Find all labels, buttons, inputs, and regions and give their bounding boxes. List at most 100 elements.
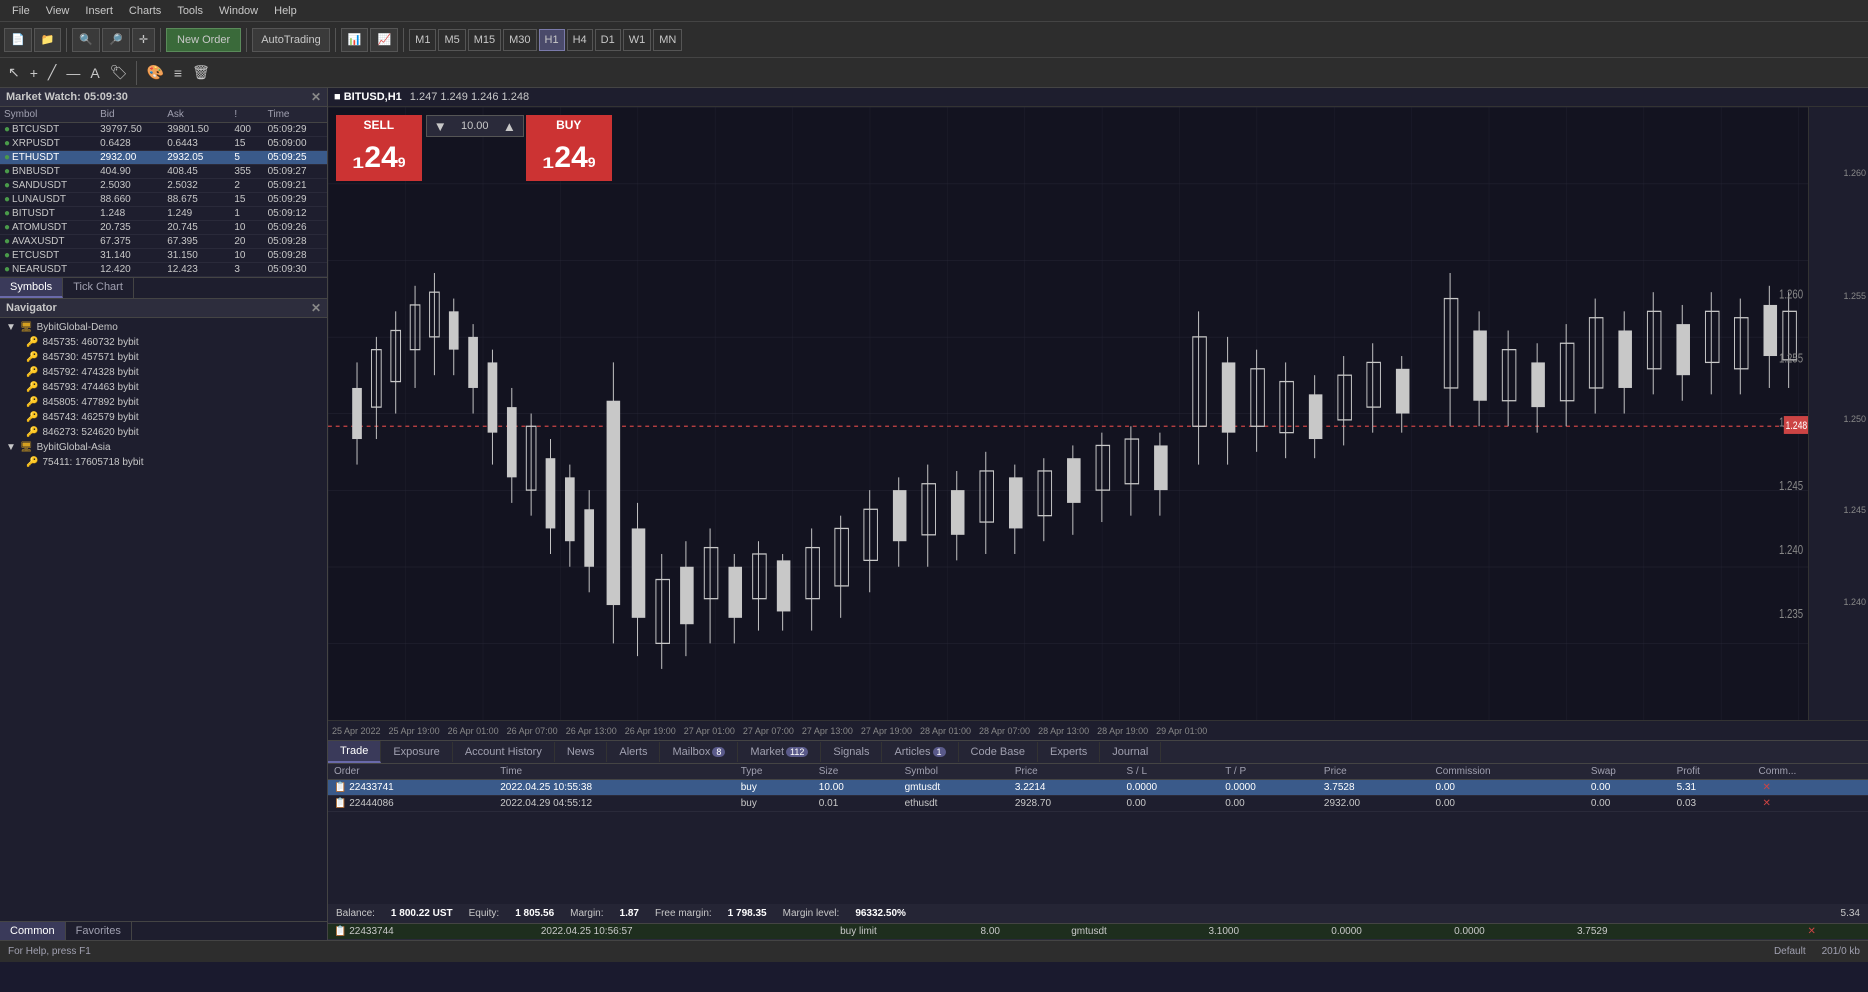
menu-window[interactable]: Window [211,5,266,17]
bottom-tab-trade[interactable]: Trade [328,741,381,763]
order-row[interactable]: 📋 22444086 2022.04.29 04:55:12 buy 0.01 … [328,796,1868,812]
orders-column-header: Time [494,764,734,780]
open-button[interactable]: 📁 [34,28,62,52]
orders-column-header: Swap [1585,764,1671,780]
nav-item[interactable]: ▼🖥BybitGlobal-Demo [2,320,325,335]
timeframe-d1[interactable]: D1 [595,29,621,51]
market-row[interactable]: ●BTCUSDT 39797.50 39801.50 400 05:09:29 [0,123,327,137]
nav-item[interactable]: ▼🖥BybitGlobal-Asia [2,440,325,455]
nav-tab-favorites[interactable]: Favorites [66,922,132,940]
market-row[interactable]: ●LUNAUSDT 88.660 88.675 15 05:09:29 [0,193,327,207]
bottom-tab-experts[interactable]: Experts [1038,742,1100,762]
menu-tools[interactable]: Tools [169,5,211,17]
text-icon[interactable]: A [86,63,103,83]
market-row[interactable]: ●ETHUSDT 2932.00 2932.05 5 05:09:25 [0,151,327,165]
menu-insert[interactable]: Insert [77,5,121,17]
pending-order-id: 📋 22433744 [328,924,535,940]
order-close[interactable]: ✕ [1753,796,1868,812]
timeframe-mn[interactable]: MN [653,29,682,51]
market-row[interactable]: ●BNBUSDT 404.90 408.45 355 05:09:27 [0,165,327,179]
market-row[interactable]: ●AVAXUSDT 67.375 67.395 20 05:09:28 [0,235,327,249]
bottom-tab-articles[interactable]: Articles1 [882,742,958,762]
market-tab-symbols[interactable]: Symbols [0,278,63,298]
menu-view[interactable]: View [38,5,78,17]
pending-order-row[interactable]: 📋 22433744 2022.04.25 10:56:57 buy limit… [328,924,1868,940]
autotrading-button[interactable]: AutoTrading [252,28,330,52]
order-close[interactable]: ✕ [1753,780,1868,796]
market-time: 05:09:29 [264,193,327,207]
market-spread: 15 [230,193,263,207]
timeframe-h4[interactable]: H4 [567,29,593,51]
buy-button[interactable]: BUY [526,115,612,135]
time-label: 28 Apr 01:00 [916,726,975,736]
new-file-button[interactable]: 📄 [4,28,32,52]
color-picker-icon[interactable]: 🎨 [142,62,167,83]
menu-charts[interactable]: Charts [121,5,169,17]
nav-item[interactable]: 🔑845805: 477892 bybit [2,395,325,410]
hline-icon[interactable]: — [62,63,84,83]
bottom-tab-signals[interactable]: Signals [821,742,882,762]
quantity-input[interactable] [450,118,500,134]
bottom-tab-mailbox[interactable]: Mailbox8 [660,742,738,762]
label-icon[interactable]: 🏷 [106,62,132,83]
qty-decrease-button[interactable]: ▼ [431,119,450,134]
market-row[interactable]: ●XRPUSDT 0.6428 0.6443 15 05:09:00 [0,137,327,151]
timeframe-m1[interactable]: M1 [409,29,436,51]
pending-close[interactable]: ✕ [1798,924,1868,940]
timeframe-w1[interactable]: W1 [623,29,652,51]
close-order-icon[interactable]: ✕ [1763,782,1771,793]
market-bid: 39797.50 [96,123,163,137]
indicators-button[interactable]: 📈 [370,28,398,52]
navigator-close[interactable]: ✕ [311,301,321,315]
nav-item[interactable]: 🔑845743: 462579 bybit [2,410,325,425]
cursor-icon[interactable]: ↖ [4,62,24,83]
menu-file[interactable]: File [4,5,38,17]
order-row[interactable]: 📋 22433741 2022.04.25 10:55:38 buy 10.00… [328,780,1868,796]
bottom-tab-news[interactable]: News [555,742,608,762]
market-tab-tick[interactable]: Tick Chart [63,278,134,298]
nav-tab-common[interactable]: Common [0,922,66,940]
bottom-tab-account-history[interactable]: Account History [453,742,555,762]
crosshair-button[interactable]: ✛ [132,28,155,52]
timeframe-m30[interactable]: M30 [503,29,536,51]
bottom-tab-exposure[interactable]: Exposure [381,742,452,762]
bottom-tab-journal[interactable]: Journal [1100,742,1161,762]
qty-increase-button[interactable]: ▲ [500,119,519,134]
line-width-icon[interactable]: ≡ [170,63,186,83]
market-row[interactable]: ●SANDUSDT 2.5030 2.5032 2 05:09:21 [0,179,327,193]
timeframe-m5[interactable]: M5 [438,29,465,51]
nav-item[interactable]: 🔑845730: 457571 bybit [2,350,325,365]
nav-item[interactable]: 🔑845793: 474463 bybit [2,380,325,395]
delete-objects-icon[interactable]: 🗑 [188,62,214,83]
line-icon[interactable]: ╱ [44,62,60,83]
zoom-out-button[interactable]: 🔎 [102,28,130,52]
bottom-tab-market[interactable]: Market112 [738,742,821,762]
bottom-tab-alerts[interactable]: Alerts [607,742,660,762]
close-order-icon[interactable]: ✕ [1763,798,1771,809]
market-row[interactable]: ●BITUSDT 1.248 1.249 1 05:09:12 [0,207,327,221]
new-order-button[interactable]: New Order [166,28,241,52]
sell-button[interactable]: SELL [336,115,422,135]
nav-item[interactable]: 🔑846273: 524620 bybit [2,425,325,440]
market-watch-close[interactable]: ✕ [311,90,321,104]
nav-item[interactable]: 🔑845735: 460732 bybit [2,335,325,350]
account-key-icon: 🔑 [26,397,38,408]
qty-control: ▼ ▲ [426,115,524,137]
nav-item[interactable]: 🔑845792: 474328 bybit [2,365,325,380]
bottom-tab-code-base[interactable]: Code Base [959,742,1038,762]
market-row[interactable]: ●ATOMUSDT 20.735 20.745 10 05:09:26 [0,221,327,235]
nav-item[interactable]: 🔑75411: 17605718 bybit [2,455,325,470]
market-row[interactable]: ●NEARUSDT 12.420 12.423 3 05:09:30 [0,263,327,277]
market-bid: 88.660 [96,193,163,207]
close-pending-icon[interactable]: ✕ [1808,926,1816,937]
menu-help[interactable]: Help [266,5,305,17]
timeframe-h1[interactable]: H1 [539,29,565,51]
balance-row: Balance: 1 800.22 UST Equity: 1 805.56 M… [328,904,1868,924]
order-time: 2022.04.29 04:55:12 [494,796,734,812]
market-row[interactable]: ●ETCUSDT 31.140 31.150 10 05:09:28 [0,249,327,263]
crosshair-draw-icon[interactable]: + [26,63,42,83]
zoom-in-button[interactable]: 🔍 [72,28,100,52]
chart-canvas[interactable]: 1.260 1.255 1.250 1.245 1.240 1.235 1.24… [328,107,1808,720]
timeframe-m15[interactable]: M15 [468,29,501,51]
chart-props-button[interactable]: 📊 [341,28,369,52]
